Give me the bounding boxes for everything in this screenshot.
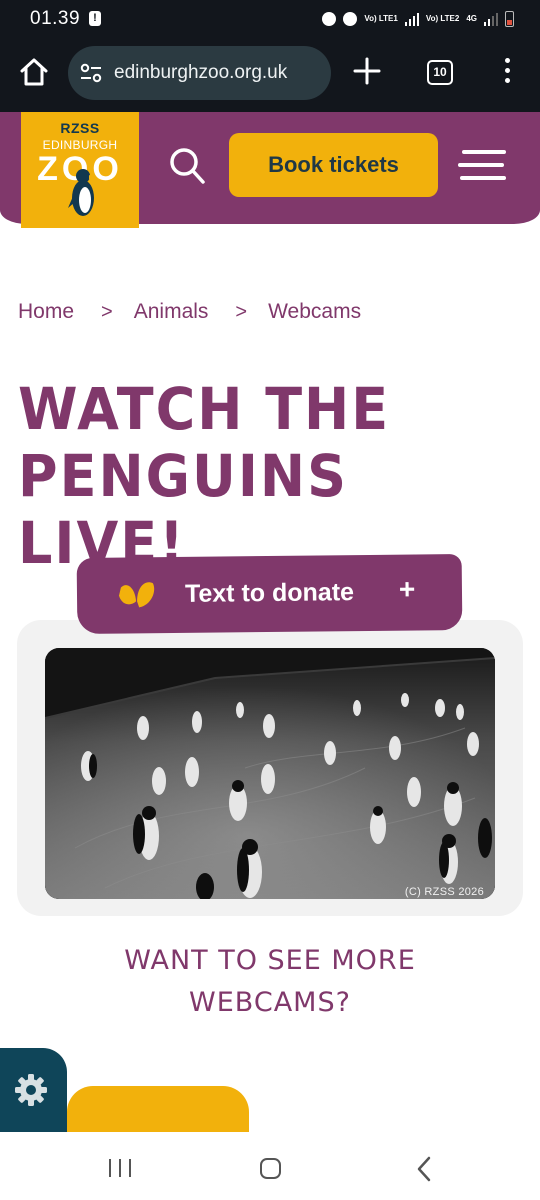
hamburger-menu-icon[interactable] [458, 150, 506, 186]
page-title: WATCH THE PENGUINS LIVE! [18, 374, 518, 577]
gear-icon [15, 1074, 47, 1106]
recent-apps-icon[interactable] [109, 1159, 131, 1177]
heart-hands-icon [119, 582, 155, 608]
breadcrumb-home[interactable]: Home [18, 300, 74, 324]
browser-toolbar: edinburghzoo.org.uk 10 [0, 38, 540, 112]
url-text: edinburghzoo.org.uk [114, 62, 288, 83]
page-title-line-1: WATCH THE [18, 374, 391, 443]
logo-org: RZSS [60, 120, 100, 136]
feedback-tab[interactable] [67, 1086, 249, 1132]
cookie-settings-button[interactable] [0, 1048, 67, 1132]
alarm-icon [343, 12, 358, 26]
network-2-type: 4G [466, 14, 477, 23]
penguin-icon [68, 169, 96, 219]
plus-icon[interactable] [352, 56, 382, 86]
rzss-logo[interactable]: RZSS EDINBURGH ZOO [21, 112, 139, 228]
search-icon[interactable] [168, 146, 206, 186]
status-time: 01.39 [30, 8, 81, 29]
more-vert-icon[interactable] [502, 58, 512, 88]
address-bar[interactable]: edinburghzoo.org.uk [68, 46, 331, 100]
system-nav-bar [0, 1132, 540, 1200]
network-2-label: Vo) LTE2 [425, 14, 460, 23]
battery-icon [505, 11, 514, 27]
book-tickets-button[interactable]: Book tickets [229, 133, 438, 197]
penguin-webcam-video[interactable]: (C) RZSS 2026 [45, 648, 495, 899]
data-saver-icon [322, 12, 337, 26]
more-webcams-line-1: WANT TO SEE MORE [124, 945, 416, 976]
tune-icon[interactable] [80, 63, 102, 83]
webcam-credit: (C) RZSS 2026 [404, 886, 484, 898]
breadcrumb-animals[interactable]: Animals [134, 300, 209, 324]
home-button-icon[interactable] [260, 1158, 281, 1179]
chevron-right-icon: > [101, 300, 113, 323]
home-icon[interactable] [18, 56, 50, 88]
network-1-label: Vo) LTE1 [364, 14, 398, 23]
tab-switcher-icon[interactable]: 10 [427, 60, 453, 85]
breadcrumb: Home > Animals > Webcams [18, 298, 361, 326]
more-webcams-line-2: WEBCAMS? [189, 987, 351, 1018]
alert-icon: ! [89, 11, 101, 26]
status-bar: 01.39 ! Vo) LTE1 Vo) LTE2 4G [0, 0, 540, 38]
signal-1-icon [404, 12, 419, 26]
plus-icon: + [398, 573, 416, 605]
back-icon[interactable] [414, 1156, 434, 1182]
donate-label: Text to donate [184, 578, 355, 608]
webcam-frame [45, 648, 495, 899]
more-webcams-heading: WANT TO SEE MORE WEBCAMS? [100, 940, 440, 1024]
signal-2-icon [484, 12, 498, 26]
status-icons: Vo) LTE1 Vo) LTE2 4G [322, 8, 514, 30]
chevron-right-icon: > [235, 300, 248, 323]
text-to-donate-button[interactable]: Text to donate + [76, 553, 463, 635]
breadcrumb-webcams[interactable]: Webcams [268, 300, 361, 324]
